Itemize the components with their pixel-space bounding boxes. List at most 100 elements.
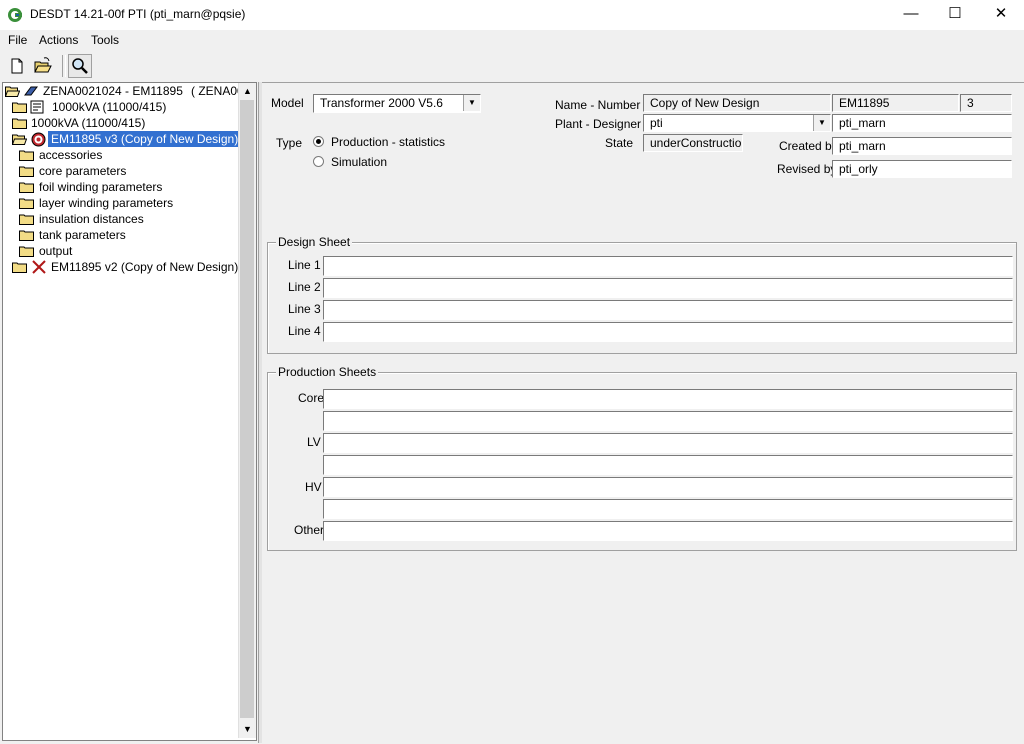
created-by-label: Created by xyxy=(779,139,838,153)
production-sheets-title: Production Sheets xyxy=(276,365,379,379)
created-by-value: pti_marn xyxy=(839,139,886,153)
tree-item-label: accessories xyxy=(39,148,103,162)
type-option-production: Production - statistics xyxy=(331,135,446,149)
other-input[interactable] xyxy=(323,521,1013,541)
close-button[interactable]: ✕ xyxy=(978,0,1024,30)
design-form: Model Transformer 2000 V5.6 ▼ Type Produ… xyxy=(262,82,1024,744)
designer-value: pti_marn xyxy=(839,116,886,130)
chevron-down-icon[interactable]: ▼ xyxy=(813,115,830,131)
line-2-label: Line 2 xyxy=(288,280,321,294)
tree-item-label: EM11895 v2 (Copy of New Design) xyxy=(51,260,239,274)
open-folder-icon xyxy=(34,57,52,73)
eraser-icon xyxy=(24,86,38,96)
window-title: DESDT 14.21-00f PTI (pti_marn@pqsie) xyxy=(30,7,246,21)
name-field[interactable]: Copy of New Design xyxy=(643,94,831,112)
model-select[interactable]: Transformer 2000 V5.6 ▼ xyxy=(313,94,481,113)
type-radio-production[interactable] xyxy=(313,136,324,147)
line-3-label: Line 3 xyxy=(288,302,321,316)
folder-icon xyxy=(19,150,34,161)
tree-root-label: ZENA0021024 - EM11895 xyxy=(43,84,183,98)
minimize-button[interactable]: — xyxy=(888,0,934,30)
folder-icon xyxy=(12,262,27,273)
toolbar xyxy=(0,52,1024,79)
folder-icon xyxy=(19,246,34,257)
tree-vertical-scrollbar[interactable]: ▲ ▼ xyxy=(238,83,256,738)
folder-icon xyxy=(19,198,34,209)
line-4-input[interactable] xyxy=(323,322,1013,342)
line-3-input[interactable] xyxy=(323,300,1013,320)
menu-file[interactable]: File xyxy=(8,33,27,47)
tree-item-label: 1000kVA (11000/415) xyxy=(52,100,167,114)
core-input[interactable] xyxy=(323,389,1013,409)
title-bar: DESDT 14.21-00f PTI (pti_marn@pqsie) — ☐… xyxy=(0,0,1024,30)
hv-input-2[interactable] xyxy=(323,499,1013,519)
folder-icon xyxy=(19,214,34,225)
production-sheets-group: Production Sheets Core LV HV Other xyxy=(267,365,1017,551)
red-x-icon xyxy=(32,260,46,274)
target-icon xyxy=(31,132,46,147)
menu-bar: File Actions Tools xyxy=(0,30,1024,50)
plant-select[interactable]: pti ▼ xyxy=(643,114,831,132)
tree-item-label: tank parameters xyxy=(39,228,126,242)
search-icon xyxy=(72,58,88,74)
search-button[interactable] xyxy=(68,54,92,78)
type-radio-simulation[interactable] xyxy=(313,156,324,167)
tree-item-label: output xyxy=(39,244,73,258)
tree-item-selected[interactable]: EM11895 v3 (Copy of New Design) xyxy=(12,131,240,147)
tree-item-label: core parameters xyxy=(39,164,127,178)
folder-icon xyxy=(19,182,34,193)
new-document-button[interactable] xyxy=(5,54,29,78)
scroll-up-arrow-icon[interactable]: ▲ xyxy=(239,83,256,100)
type-option-simulation: Simulation xyxy=(331,155,388,169)
lv-input-2[interactable] xyxy=(323,455,1013,475)
open-folder-icon xyxy=(12,134,27,145)
revised-by-field[interactable]: pti_orly xyxy=(832,160,1012,178)
folder-icon xyxy=(12,118,27,129)
hv-label: HV xyxy=(305,480,322,494)
designer-field[interactable]: pti_marn xyxy=(832,114,1012,132)
tree-root-suffix: ( ZENA00 xyxy=(191,84,244,98)
menu-tools[interactable]: Tools xyxy=(91,33,119,47)
new-document-icon xyxy=(11,58,23,74)
number-value: EM11895 xyxy=(839,96,890,110)
tree-item-label: insulation distances xyxy=(39,212,144,226)
hv-input[interactable] xyxy=(323,477,1013,497)
core-label: Core xyxy=(298,391,325,405)
other-label: Other xyxy=(294,523,325,537)
design-sheet-group: Design Sheet Line 1 Line 2 Line 3 Line 4 xyxy=(267,235,1017,354)
scroll-thumb[interactable] xyxy=(240,100,254,718)
lv-label: LV xyxy=(307,435,321,449)
app-logo-icon xyxy=(8,8,22,22)
tree-item-label: layer winding parameters xyxy=(39,196,174,210)
number-field: EM11895 xyxy=(832,94,959,112)
plant-designer-label: Plant - Designer xyxy=(555,117,642,131)
scroll-down-arrow-icon[interactable]: ▼ xyxy=(239,721,256,738)
chevron-down-icon[interactable]: ▼ xyxy=(463,95,480,111)
folder-icon xyxy=(19,230,34,241)
created-by-field[interactable]: pti_marn xyxy=(832,137,1012,155)
name-value: Copy of New Design xyxy=(650,96,760,110)
state-value: underConstruction xyxy=(650,136,743,150)
core-input-2[interactable] xyxy=(323,411,1013,431)
menu-actions[interactable]: Actions xyxy=(39,33,78,47)
folder-icon xyxy=(19,166,34,177)
state-label: State xyxy=(605,136,634,150)
line-1-input[interactable] xyxy=(323,256,1013,276)
line-1-label: Line 1 xyxy=(288,258,321,272)
revised-by-value: pti_orly xyxy=(839,162,878,176)
model-label: Model xyxy=(271,96,304,110)
model-value: Transformer 2000 V5.6 xyxy=(320,96,443,110)
tree-item-label: 1000kVA (11000/415) xyxy=(31,116,146,130)
open-folder-button[interactable] xyxy=(31,54,55,78)
line-2-input[interactable] xyxy=(323,278,1013,298)
revised-by-label: Revised by xyxy=(777,162,837,176)
design-tree[interactable]: ZENA0021024 - EM11895 ( ZENA00 1000kVA (… xyxy=(2,82,257,741)
tree-item-label: foil winding parameters xyxy=(39,180,163,194)
name-number-label: Name - Number xyxy=(555,98,641,112)
version-field: 3 xyxy=(960,94,1012,112)
toolbar-separator xyxy=(62,55,66,77)
maximize-button[interactable]: ☐ xyxy=(932,0,978,30)
line-4-label: Line 4 xyxy=(288,324,321,338)
plant-value: pti xyxy=(650,116,663,130)
lv-input[interactable] xyxy=(323,433,1013,453)
